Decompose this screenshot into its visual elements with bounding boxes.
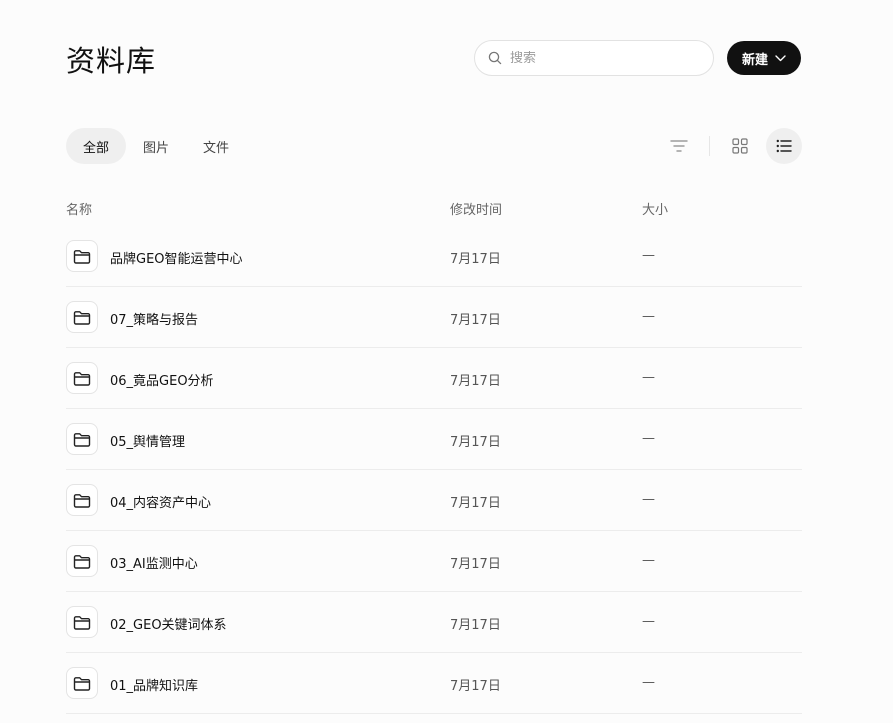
file-modified: 7月17日 xyxy=(450,679,501,694)
file-modified: 7月17日 xyxy=(450,435,501,450)
column-header-name[interactable]: 名称 xyxy=(66,199,92,218)
file-size: — xyxy=(642,492,655,507)
file-name: 04_内容资产中心 xyxy=(110,496,212,511)
tab-images-label: 图片 xyxy=(143,140,170,156)
file-size: — xyxy=(642,248,655,263)
tab-images[interactable]: 图片 xyxy=(126,128,186,164)
file-size: — xyxy=(642,370,655,385)
page-title: 资料库 xyxy=(66,44,157,78)
list-view-button[interactable] xyxy=(766,128,802,164)
filter-icon xyxy=(670,140,688,152)
folder-icon xyxy=(66,667,98,699)
filter-button[interactable] xyxy=(661,128,697,164)
file-size: — xyxy=(642,553,655,568)
file-name: 03_AI监测中心 xyxy=(110,557,198,572)
table-row[interactable]: 03_AI监测中心 7月17日 — xyxy=(66,531,802,592)
file-table: 名称 修改时间 大小 品牌GEO智能运营中心 7月17日 — 07_策略与报告 … xyxy=(66,190,802,714)
table-row[interactable]: 06_竟品GEO分析 7月17日 — xyxy=(66,348,802,409)
new-button[interactable]: 新建 xyxy=(727,41,801,75)
table-row[interactable]: 01_品牌知识库 7月17日 — xyxy=(66,653,802,714)
file-modified: 7月17日 xyxy=(450,618,501,633)
new-button-label: 新建 xyxy=(741,52,768,68)
list-view-icon xyxy=(776,139,792,153)
column-header-modified[interactable]: 修改时间 xyxy=(450,199,502,218)
file-modified: 7月17日 xyxy=(450,557,501,572)
folder-icon xyxy=(66,423,98,455)
folder-icon xyxy=(66,362,98,394)
table-row[interactable]: 04_内容资产中心 7月17日 — xyxy=(66,470,802,531)
chevron-down-icon xyxy=(775,54,786,62)
file-name: 05_舆情管理 xyxy=(110,435,186,450)
file-size: — xyxy=(642,309,655,324)
table-row[interactable]: 07_策略与报告 7月17日 — xyxy=(66,287,802,348)
file-size: — xyxy=(642,614,655,629)
library-page: 资料库 新建 全部 图片 文件 xyxy=(0,0,893,723)
search-box[interactable] xyxy=(474,40,714,76)
file-size: — xyxy=(642,675,655,690)
table-row[interactable]: 02_GEO关键词体系 7月17日 — xyxy=(66,592,802,653)
grid-view-button[interactable] xyxy=(722,128,758,164)
filter-tabs: 全部 图片 文件 xyxy=(66,128,246,164)
search-icon xyxy=(488,51,502,65)
file-name: 06_竟品GEO分析 xyxy=(110,374,214,389)
file-name: 02_GEO关键词体系 xyxy=(110,618,227,633)
file-size: — xyxy=(642,431,655,446)
folder-icon xyxy=(66,545,98,577)
file-modified: 7月17日 xyxy=(450,252,501,267)
tab-files-label: 文件 xyxy=(203,140,230,156)
file-modified: 7月17日 xyxy=(450,313,501,328)
column-header-size[interactable]: 大小 xyxy=(642,199,668,218)
file-modified: 7月17日 xyxy=(450,374,501,389)
table-row[interactable]: 05_舆情管理 7月17日 — xyxy=(66,409,802,470)
folder-icon xyxy=(66,301,98,333)
table-row[interactable]: 品牌GEO智能运营中心 7月17日 — xyxy=(66,226,802,287)
file-name: 01_品牌知识库 xyxy=(110,679,199,694)
file-name: 07_策略与报告 xyxy=(110,313,199,328)
search-input[interactable] xyxy=(510,50,700,66)
grid-view-icon xyxy=(732,138,748,154)
file-name: 品牌GEO智能运营中心 xyxy=(110,252,243,267)
table-header: 名称 修改时间 大小 xyxy=(66,190,802,226)
tab-all-label: 全部 xyxy=(83,140,110,156)
folder-icon xyxy=(66,240,98,272)
folder-icon xyxy=(66,484,98,516)
tab-files[interactable]: 文件 xyxy=(186,128,246,164)
toolbar-divider xyxy=(709,136,710,156)
folder-icon xyxy=(66,606,98,638)
file-modified: 7月17日 xyxy=(450,496,501,511)
tab-all[interactable]: 全部 xyxy=(66,128,127,164)
